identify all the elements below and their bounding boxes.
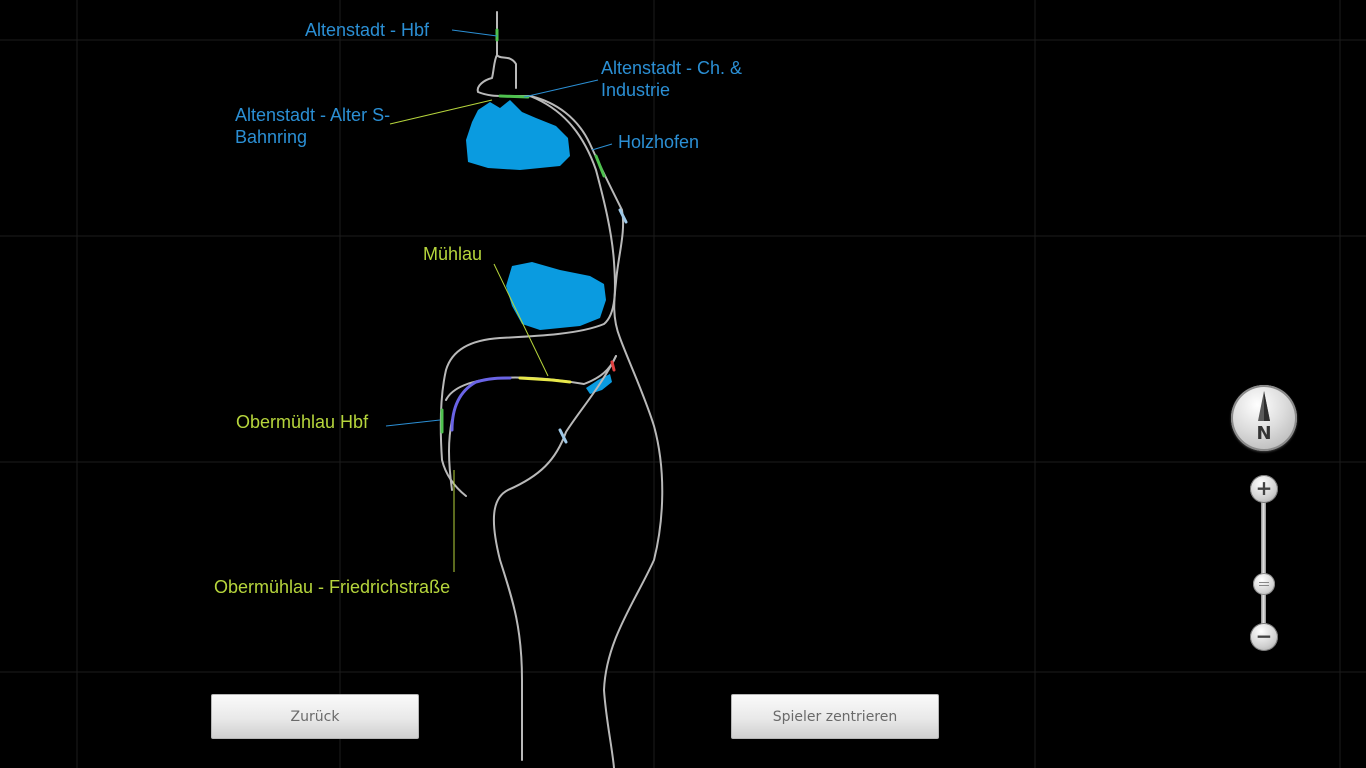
center-player-button[interactable]: Spieler zentrieren xyxy=(731,694,939,739)
station-label-altenstadt-hbf: Altenstadt - Hbf xyxy=(305,20,430,40)
track-main-east xyxy=(503,95,664,768)
zoom-in-button[interactable]: + xyxy=(1250,475,1278,503)
station-label-holzhofen: Holzhofen xyxy=(618,132,700,152)
segment-red-marker xyxy=(610,360,616,372)
track-north-loop xyxy=(476,54,505,97)
label-line: Bahnring xyxy=(235,127,308,147)
station-label-obermuehlau-hbf: Obermühlau Hbf xyxy=(236,412,369,432)
map-view[interactable]: Altenstadt - Hbf Altenstadt - Ch. & Indu… xyxy=(0,0,1366,768)
leader-ch-industrie xyxy=(523,79,599,98)
leader-obermuehlau-hbf xyxy=(385,419,441,427)
segment-muehlau-yellow xyxy=(518,376,572,384)
leader-altenstadt-hbf xyxy=(451,29,498,37)
track-south-west xyxy=(492,355,617,761)
compass-button[interactable]: N xyxy=(1231,385,1297,451)
station-label-muehlau: Mühlau xyxy=(423,244,483,264)
back-button[interactable]: Zurück xyxy=(211,694,419,739)
compass-north-letter: N xyxy=(1256,423,1272,444)
label-line: Altenstadt - Alter S- xyxy=(235,105,391,125)
leader-holzhofen xyxy=(591,143,613,151)
label-line: Industrie xyxy=(601,80,671,100)
minus-icon: − xyxy=(1255,624,1273,648)
label-line: Altenstadt - Ch. & xyxy=(601,58,743,78)
map-canvas[interactable] xyxy=(0,0,1366,768)
station-label-altenstadt-ch-industrie: Altenstadt - Ch. & Industrie xyxy=(601,57,742,101)
map-grid xyxy=(0,0,1366,768)
zoom-slider-track[interactable] xyxy=(1261,500,1266,628)
zoom-out-button[interactable]: − xyxy=(1250,623,1278,651)
track-north-spur xyxy=(496,11,517,89)
station-label-altenstadt-alter-s-bahnring: Altenstadt - Alter S- Bahnring xyxy=(235,104,390,148)
station-label-obermuehlau-friedrichstrasse: Obermühlau - Friedrichstraße xyxy=(214,577,451,597)
segment-ch-green xyxy=(498,94,530,99)
plus-icon: + xyxy=(1255,476,1273,500)
zoom-slider-thumb[interactable] xyxy=(1253,572,1275,595)
